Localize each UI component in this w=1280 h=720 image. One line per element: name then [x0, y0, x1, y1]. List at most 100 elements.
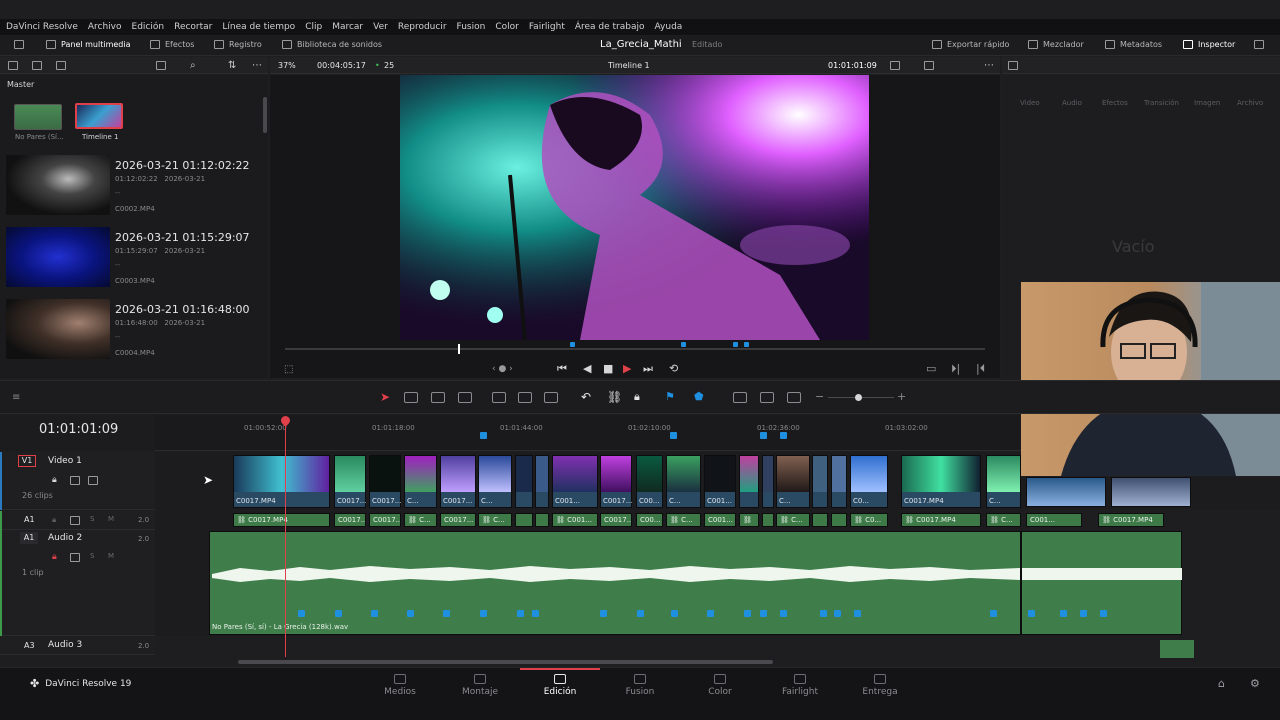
- tab-cut[interactable]: Montaje: [440, 674, 520, 697]
- audio-marker[interactable]: [371, 610, 378, 617]
- flag-icon[interactable]: ⚑: [665, 390, 675, 403]
- tab-fairlight[interactable]: Fairlight: [760, 674, 840, 697]
- list-item[interactable]: 2026-03-21 01:15:29:07 01:15:29:07 2026-…: [4, 225, 260, 293]
- audio-marker[interactable]: [834, 610, 841, 617]
- audio-clip[interactable]: ⛓ C0017.MP4: [1098, 513, 1164, 527]
- audio-marker[interactable]: [707, 610, 714, 617]
- audio-clip[interactable]: [762, 513, 774, 527]
- tab-color[interactable]: Color: [680, 674, 760, 697]
- audio-marker[interactable]: [637, 610, 644, 617]
- audio-marker[interactable]: [600, 610, 607, 617]
- search-icon[interactable]: ⌕: [190, 60, 196, 71]
- track-name[interactable]: Video 1: [48, 456, 82, 466]
- audio-clip[interactable]: C00...: [636, 513, 663, 527]
- solo-icon[interactable]: S: [90, 515, 94, 523]
- effects-button[interactable]: Efectos: [150, 40, 194, 49]
- video-clip[interactable]: C0017.MP4: [901, 455, 981, 508]
- video-clip[interactable]: C...: [666, 455, 701, 508]
- zoom-out-icon[interactable]: −: [815, 390, 824, 403]
- audio-marker[interactable]: [407, 610, 414, 617]
- track-name[interactable]: Audio 2: [48, 533, 82, 543]
- audio-clip-long-end[interactable]: [1021, 531, 1182, 635]
- video-clip[interactable]: [762, 455, 774, 508]
- menu-item-linea[interactable]: Línea de tiempo: [222, 22, 295, 32]
- audio-clip[interactable]: ⛓ C001...: [552, 513, 598, 527]
- video-clip[interactable]: C...: [404, 455, 437, 508]
- prev-edit-icon[interactable]: |⏴: [976, 362, 985, 376]
- menu-item-ayuda[interactable]: Ayuda: [655, 22, 683, 32]
- audio-marker[interactable]: [854, 610, 861, 617]
- selection-tool-icon[interactable]: ➤: [380, 390, 390, 404]
- audio-marker[interactable]: [671, 610, 678, 617]
- timeline-marker[interactable]: [480, 432, 487, 439]
- tab-edit[interactable]: Edición: [520, 674, 600, 697]
- inspector-tab-audio[interactable]: Audio: [1062, 99, 1082, 107]
- video-clip[interactable]: C...: [478, 455, 512, 508]
- video-clip[interactable]: [515, 455, 533, 508]
- video-clip[interactable]: [812, 455, 828, 508]
- menu-item-ver[interactable]: Ver: [373, 22, 388, 32]
- track-id[interactable]: V1: [18, 455, 36, 467]
- video-clip[interactable]: C001...: [552, 455, 598, 508]
- video-clip[interactable]: C0017.MP4: [233, 455, 330, 508]
- menu-item-fusion[interactable]: Fusion: [457, 22, 486, 32]
- track-id[interactable]: A3: [24, 641, 35, 650]
- video-clip[interactable]: [739, 455, 759, 508]
- menu-item-reproducir[interactable]: Reproducir: [398, 22, 447, 32]
- timeline-marker[interactable]: [780, 432, 787, 439]
- audio-clip[interactable]: C0017...: [334, 513, 366, 527]
- mute-icon[interactable]: M: [108, 515, 114, 523]
- view-mode-icon[interactable]: [156, 60, 166, 70]
- audio-clip-long[interactable]: No Pares (Sí, sí) - La Grecia (128k).wav: [209, 531, 1021, 635]
- media-thumb-audio[interactable]: [14, 104, 62, 130]
- monitor-icon[interactable]: [88, 476, 98, 485]
- audio-clip[interactable]: ⛓ C0...: [850, 513, 888, 527]
- audio-marker[interactable]: [298, 610, 305, 617]
- menu-item-marcar[interactable]: Marcar: [332, 22, 363, 32]
- lock-icon[interactable]: 🔒︎: [52, 515, 56, 525]
- viewer-marker[interactable]: [570, 342, 575, 347]
- viewer-marker[interactable]: [681, 342, 686, 347]
- match-frame-icon[interactable]: ▭: [926, 362, 936, 375]
- tab-fusion[interactable]: Fusion: [600, 674, 680, 697]
- video-clip[interactable]: C0017...: [600, 455, 632, 508]
- audio-marker[interactable]: [760, 610, 767, 617]
- go-to-start-icon[interactable]: ⏮: [557, 362, 567, 376]
- timeline-scrollbar[interactable]: [238, 660, 773, 664]
- linked-selection-icon[interactable]: ⛓: [607, 390, 622, 404]
- audio-marker[interactable]: [1100, 610, 1107, 617]
- audio-marker[interactable]: [517, 610, 524, 617]
- video-clip[interactable]: C0017...: [334, 455, 366, 508]
- audio-clip[interactable]: ⛓ C0017.MP4: [233, 513, 330, 527]
- zoom-slider-handle[interactable]: [855, 394, 862, 401]
- video-clip[interactable]: C...: [986, 455, 1021, 508]
- viewer-playhead[interactable]: [458, 344, 460, 354]
- audio-clip[interactable]: C0017...: [440, 513, 476, 527]
- audio-clip[interactable]: [1160, 640, 1194, 658]
- audio-marker[interactable]: [1060, 610, 1067, 617]
- video-clip[interactable]: C00...: [636, 455, 663, 508]
- overlay-icon[interactable]: [924, 60, 934, 70]
- timeline-marker[interactable]: [670, 432, 677, 439]
- sort-icon[interactable]: ⇅: [228, 60, 236, 71]
- audio-marker[interactable]: [443, 610, 450, 617]
- auto-track-icon[interactable]: [70, 553, 80, 562]
- inspector-tab-file[interactable]: Archivo: [1237, 99, 1263, 107]
- inspector-button[interactable]: Inspector: [1183, 40, 1235, 49]
- audio-marker[interactable]: [990, 610, 997, 617]
- auto-track-icon[interactable]: [70, 476, 80, 485]
- zoom-level[interactable]: 37%: [278, 61, 296, 70]
- menu-item-davinci[interactable]: DaVinci Resolve: [6, 22, 78, 32]
- menu-item-area[interactable]: Área de trabajo: [575, 22, 645, 32]
- jog-icon[interactable]: ‹ ● ›: [492, 364, 513, 374]
- audio-clip[interactable]: [515, 513, 533, 527]
- video-clip[interactable]: C0017...: [369, 455, 401, 508]
- audio-clip[interactable]: ⛓ C...: [776, 513, 810, 527]
- audio-clip[interactable]: C0017...: [369, 513, 401, 527]
- audio-marker[interactable]: [335, 610, 342, 617]
- media-pool-scrollbar[interactable]: [263, 97, 267, 133]
- inspector-tab-effects[interactable]: Efectos: [1102, 99, 1128, 107]
- gear-icon[interactable]: ⚙: [1250, 677, 1260, 690]
- video-clip[interactable]: C001...: [704, 455, 736, 508]
- menu-item-edicion[interactable]: Edición: [132, 22, 165, 32]
